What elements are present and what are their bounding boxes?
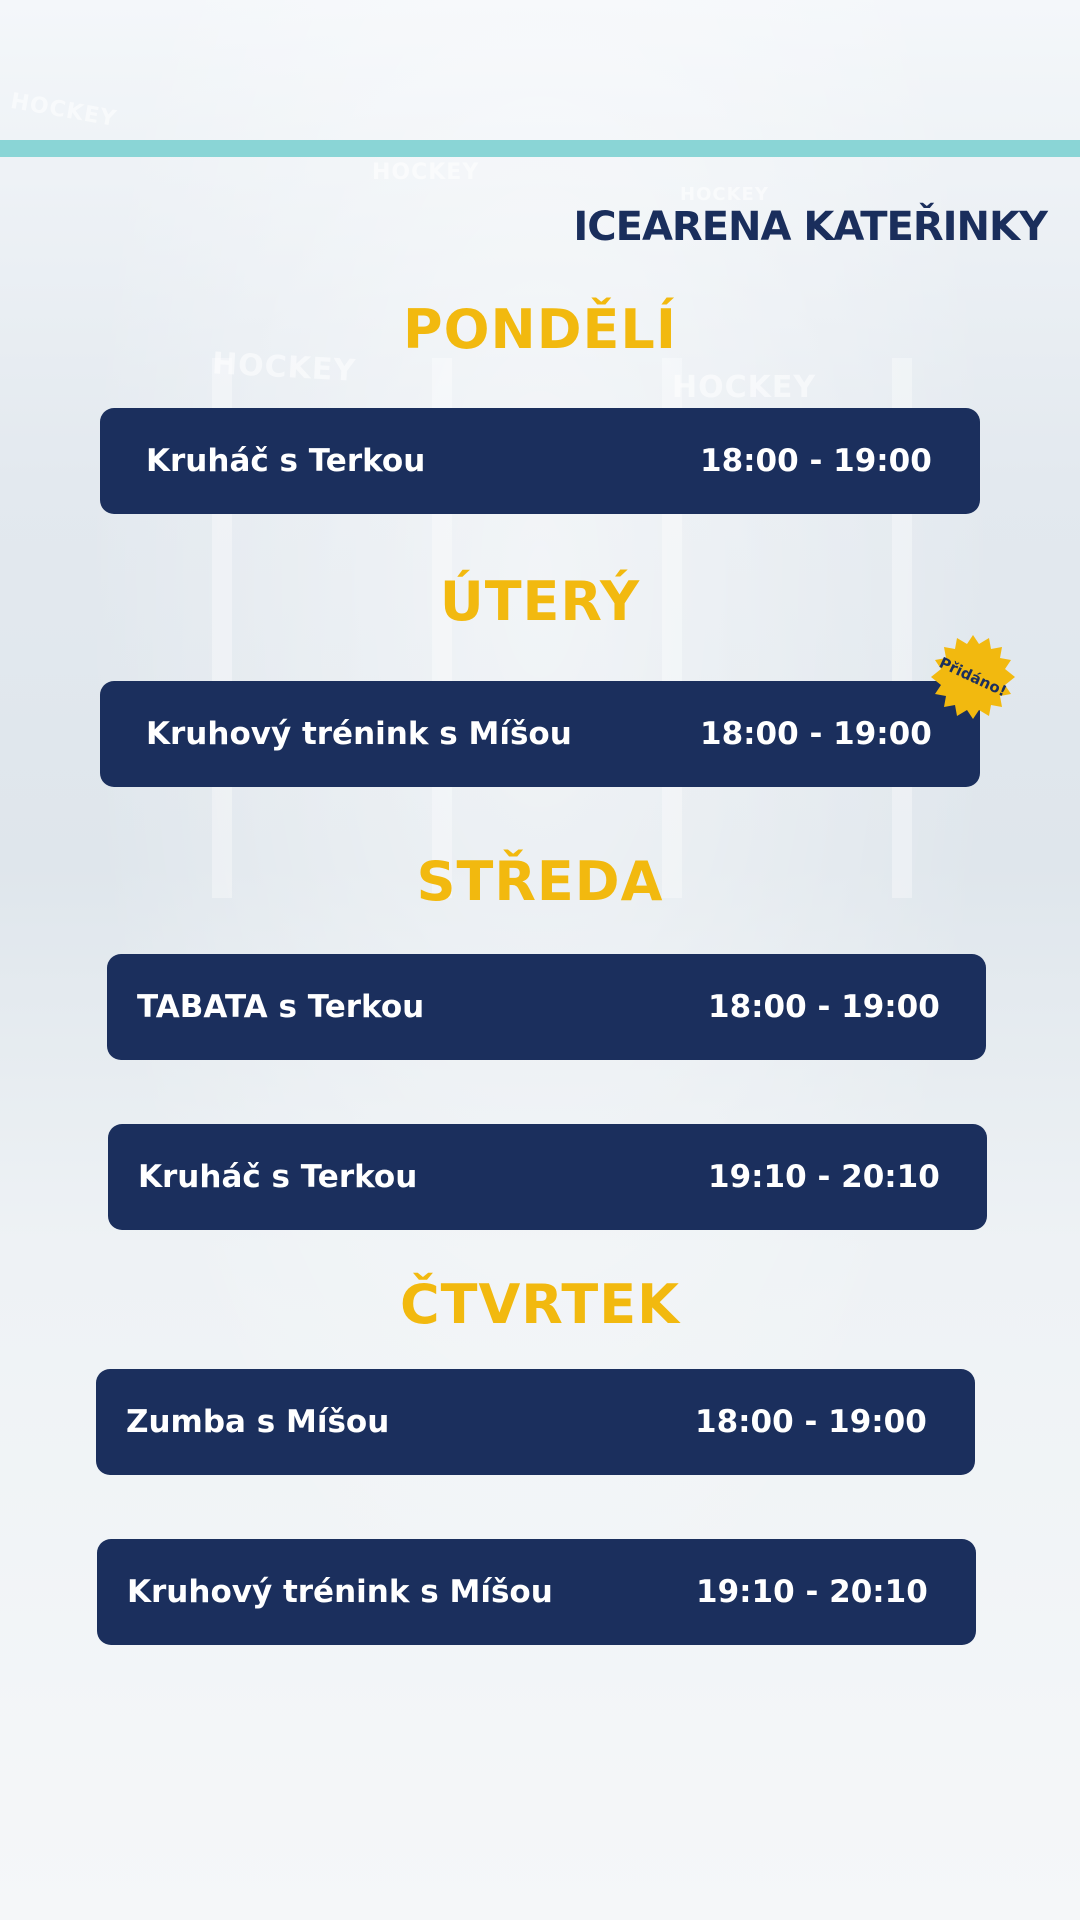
day-heading-wednesday: STŘEDA [416,850,664,913]
schedule-slot: Zumba s Míšou 18:00 - 19:00 [96,1369,975,1475]
background-hockey-text: HOCKEY [680,184,769,205]
slot-time: 19:10 - 20:10 [708,1159,940,1195]
background-hockey-text: HOCKEY [672,370,817,405]
slot-time: 18:00 - 19:00 [700,443,932,479]
slot-activity: TABATA s Terkou [137,989,425,1025]
slot-activity: Zumba s Míšou [126,1404,390,1440]
accent-stripe [0,140,1080,157]
slot-time: 18:00 - 19:00 [708,989,940,1025]
day-heading-monday: PONDĚLÍ [403,298,677,361]
schedule-slot: Kruhový trénink s Míšou 18:00 - 19:00 [100,681,980,787]
slot-time: 19:10 - 20:10 [696,1574,928,1610]
schedule-slot: Kruhový trénink s Míšou 19:10 - 20:10 [97,1539,976,1645]
schedule-slot: Kruháč s Terkou 18:00 - 19:00 [100,408,980,514]
background-hockey-text: HOCKEY [372,160,480,185]
slot-time: 18:00 - 19:00 [700,716,932,752]
schedule-slot: Kruháč s Terkou 19:10 - 20:10 [108,1124,987,1230]
slot-activity: Kruhový trénink s Míšou [146,716,572,752]
slot-activity: Kruhový trénink s Míšou [127,1574,553,1610]
arena-logo: ICEARENA KATEŘINKY [573,204,1048,250]
day-heading-tuesday: ÚTERÝ [439,570,641,633]
added-badge: Přidáno! [931,635,1015,719]
slot-activity: Kruháč s Terkou [146,443,426,479]
slot-time: 18:00 - 19:00 [695,1404,927,1440]
day-heading-thursday: ČTVRTEK [400,1273,680,1336]
slot-activity: Kruháč s Terkou [138,1159,418,1195]
schedule-slot: TABATA s Terkou 18:00 - 19:00 [107,954,986,1060]
